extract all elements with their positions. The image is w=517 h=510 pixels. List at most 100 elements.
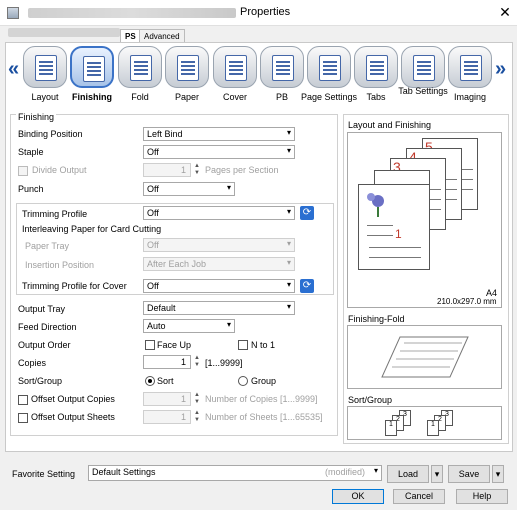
copies-range-label: [1...9999]	[205, 358, 243, 368]
chevron-down-icon: ▾	[286, 146, 291, 155]
finishing-icon[interactable]	[70, 46, 114, 88]
trimming-profile-select[interactable]: Off ▾	[143, 206, 295, 220]
offset-sheets-stepper[interactable]: 1	[143, 410, 191, 424]
offset-copies-range-label: Number of Copies [1...9999]	[205, 394, 318, 404]
chevron-down-icon: ▾	[286, 258, 291, 267]
chevron-right-icon[interactable]: »	[495, 58, 506, 81]
save-dropdown-icon[interactable]: ▾	[492, 465, 504, 483]
feed-direction-select[interactable]: Auto ▾	[143, 319, 235, 333]
divide-output-stepper[interactable]: 1	[143, 163, 191, 177]
sort-sheet: 1	[427, 420, 439, 436]
output-tray-value: Default	[147, 303, 176, 313]
layout-finishing-title: Layout and Finishing	[348, 120, 432, 130]
sort-group-label: Sort/Group	[18, 376, 63, 386]
n-to-1-checkbox[interactable]	[238, 340, 248, 350]
tab-advanced[interactable]: Advanced	[139, 29, 185, 43]
output-tray-select[interactable]: Default ▾	[143, 301, 295, 315]
fold-preview-icon	[381, 336, 469, 378]
punch-value: Off	[147, 184, 159, 194]
tabs-icon[interactable]	[354, 46, 398, 88]
trimming-cover-select[interactable]: Off ▾	[143, 279, 295, 293]
printer-name-redacted	[28, 8, 236, 18]
offset-sheets-range-label: Number of Sheets [1...65535]	[205, 412, 323, 422]
cover-icon[interactable]	[213, 46, 257, 88]
chevron-down-icon: ▾	[286, 239, 291, 248]
punch-label: Punch	[18, 184, 44, 194]
paper-tray-select[interactable]: Off ▾	[143, 238, 295, 252]
offset-sheets-label: Offset Output Sheets	[31, 412, 115, 422]
close-icon[interactable]: ✕	[496, 3, 514, 21]
spinner-arrows-icon[interactable]: ▲ ▼	[193, 355, 201, 369]
output-order-label: Output Order	[18, 340, 71, 350]
insertion-position-label: Insertion Position	[25, 260, 95, 270]
interleaving-label: Interleaving Paper for Card Cutting	[22, 224, 162, 234]
divide-output-label: Divide Output	[32, 165, 87, 175]
punch-select[interactable]: Off ▾	[143, 182, 235, 196]
pages-per-section-label: Pages per Section	[205, 165, 279, 175]
spinner-arrows-icon[interactable]: ▲ ▼	[193, 410, 201, 424]
chevron-left-icon[interactable]: «	[8, 58, 19, 81]
spinner-arrows-icon[interactable]: ▲ ▼	[193, 163, 201, 177]
refresh-icon[interactable]: ⟳	[300, 279, 314, 293]
paper-tray-value: Off	[147, 240, 159, 250]
offset-copies-stepper[interactable]: 1	[143, 392, 191, 406]
staple-select[interactable]: Off ▾	[143, 145, 295, 159]
perfect-binding-icon[interactable]	[260, 46, 304, 88]
favorite-setting-label: Favorite Setting	[12, 469, 76, 479]
ok-button[interactable]: OK	[332, 489, 384, 504]
binding-position-select[interactable]: Left Bind ▾	[143, 127, 295, 141]
sort-radio[interactable]	[145, 376, 155, 386]
trimming-profile-label: Trimming Profile	[22, 209, 88, 219]
finishing-section-title: Finishing	[16, 112, 57, 122]
insertion-position-select[interactable]: After Each Job ▾	[143, 257, 295, 271]
favorite-modified-label: (modified)	[324, 467, 365, 477]
feed-direction-value: Auto	[147, 321, 166, 331]
staple-label: Staple	[18, 147, 44, 157]
group-radio[interactable]	[238, 376, 248, 386]
staple-value: Off	[147, 147, 159, 157]
chevron-down-icon: ▾	[286, 128, 291, 137]
finishing-fold-title: Finishing-Fold	[348, 314, 405, 324]
sort-radio-label: Sort	[157, 376, 174, 386]
cancel-button[interactable]: Cancel	[393, 489, 445, 504]
offset-copies-checkbox[interactable]	[18, 395, 28, 405]
layout-icon[interactable]	[23, 46, 67, 88]
offset-sheets-checkbox[interactable]	[18, 413, 28, 423]
favorite-setting-value: Default Settings	[92, 467, 156, 477]
refresh-icon[interactable]: ⟳	[300, 206, 314, 220]
save-button[interactable]: Save	[448, 465, 490, 483]
page-settings-icon[interactable]	[307, 46, 351, 88]
copies-stepper[interactable]: 1	[143, 355, 191, 369]
fold-icon[interactable]	[118, 46, 162, 88]
output-tray-label: Output Tray	[18, 304, 66, 314]
category-label-imaging[interactable]: Imaging	[442, 92, 498, 102]
imaging-icon[interactable]	[448, 46, 492, 88]
paper-tray-label: Paper Tray	[25, 241, 70, 251]
binding-position-value: Left Bind	[147, 129, 183, 139]
spinner-arrows-icon[interactable]: ▲ ▼	[193, 392, 201, 406]
insertion-position-value: After Each Job	[147, 259, 207, 269]
chevron-down-icon: ▾	[373, 466, 378, 475]
tab-settings-icon[interactable]	[401, 46, 445, 88]
favorite-setting-select[interactable]: Default Settings (modified) ▾	[88, 465, 382, 481]
copies-label: Copies	[18, 358, 47, 368]
face-up-checkbox[interactable]	[145, 340, 155, 350]
sort-group-preview-title: Sort/Group	[348, 395, 393, 405]
face-up-label: Face Up	[157, 340, 192, 350]
load-button[interactable]: Load	[387, 465, 429, 483]
binding-position-label: Binding Position	[18, 129, 83, 139]
chevron-down-icon: ▾	[226, 183, 231, 192]
paper-dims-label: 210.0x297.0 mm	[437, 297, 497, 306]
paper-icon[interactable]	[165, 46, 209, 88]
trimming-profile-value: Off	[147, 208, 159, 218]
page-number: 1	[395, 227, 402, 241]
divide-output-checkbox[interactable]	[18, 166, 28, 176]
tab-redacted	[8, 28, 120, 37]
trimming-cover-label: Trimming Profile for Cover	[22, 281, 127, 291]
chevron-down-icon: ▾	[286, 207, 291, 216]
load-dropdown-icon[interactable]: ▾	[431, 465, 443, 483]
help-button[interactable]: Help	[456, 489, 508, 504]
tab-ps[interactable]: PS	[120, 29, 141, 43]
n-to-1-label: N to 1	[251, 340, 276, 350]
flower-illustration-icon	[367, 193, 384, 217]
